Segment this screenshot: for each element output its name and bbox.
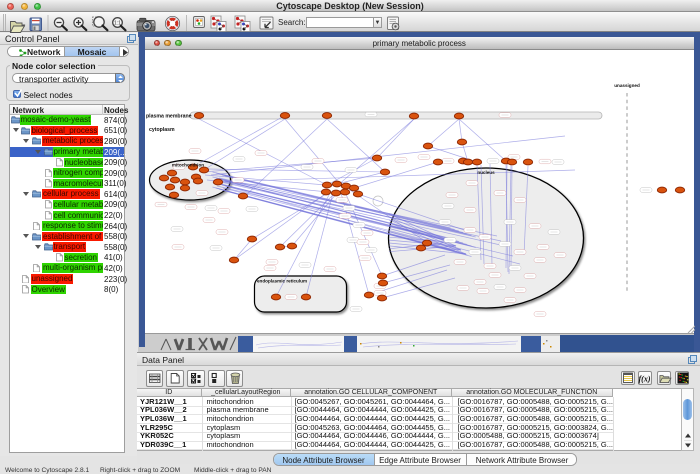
- svg-text:endoplasmic reticulum: endoplasmic reticulum: [257, 279, 307, 284]
- svg-text:1:1: 1:1: [114, 21, 121, 27]
- svg-text:cytoplasm: cytoplasm: [149, 127, 175, 133]
- svg-text:nucleus: nucleus: [477, 170, 495, 175]
- svg-text:f(x): f(x): [638, 375, 650, 384]
- svg-text:plasma membrane: plasma membrane: [146, 114, 192, 120]
- svg-text:unassigned: unassigned: [614, 83, 640, 88]
- svg-text:mitochondrion: mitochondrion: [171, 163, 203, 168]
